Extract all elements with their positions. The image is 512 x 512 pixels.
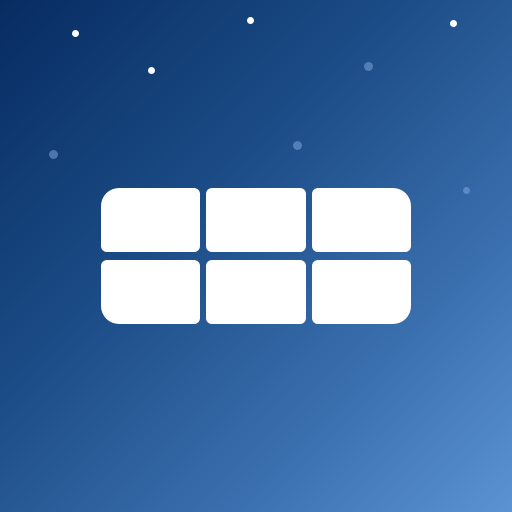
star-dot xyxy=(247,17,254,24)
grid-cell xyxy=(101,188,200,252)
grid-cell xyxy=(206,188,306,252)
grid-layout-icon xyxy=(101,188,411,324)
grid-cell xyxy=(312,188,411,252)
star-dot xyxy=(293,141,302,150)
star-dot xyxy=(49,150,58,159)
grid-cell xyxy=(312,260,411,324)
star-dot xyxy=(364,62,373,71)
star-dot xyxy=(72,30,79,37)
grid-cell xyxy=(101,260,200,324)
grid-cell xyxy=(206,260,306,324)
star-dot xyxy=(148,67,155,74)
star-dot xyxy=(450,20,457,27)
star-dot xyxy=(463,187,470,194)
app-icon-background xyxy=(0,0,512,512)
